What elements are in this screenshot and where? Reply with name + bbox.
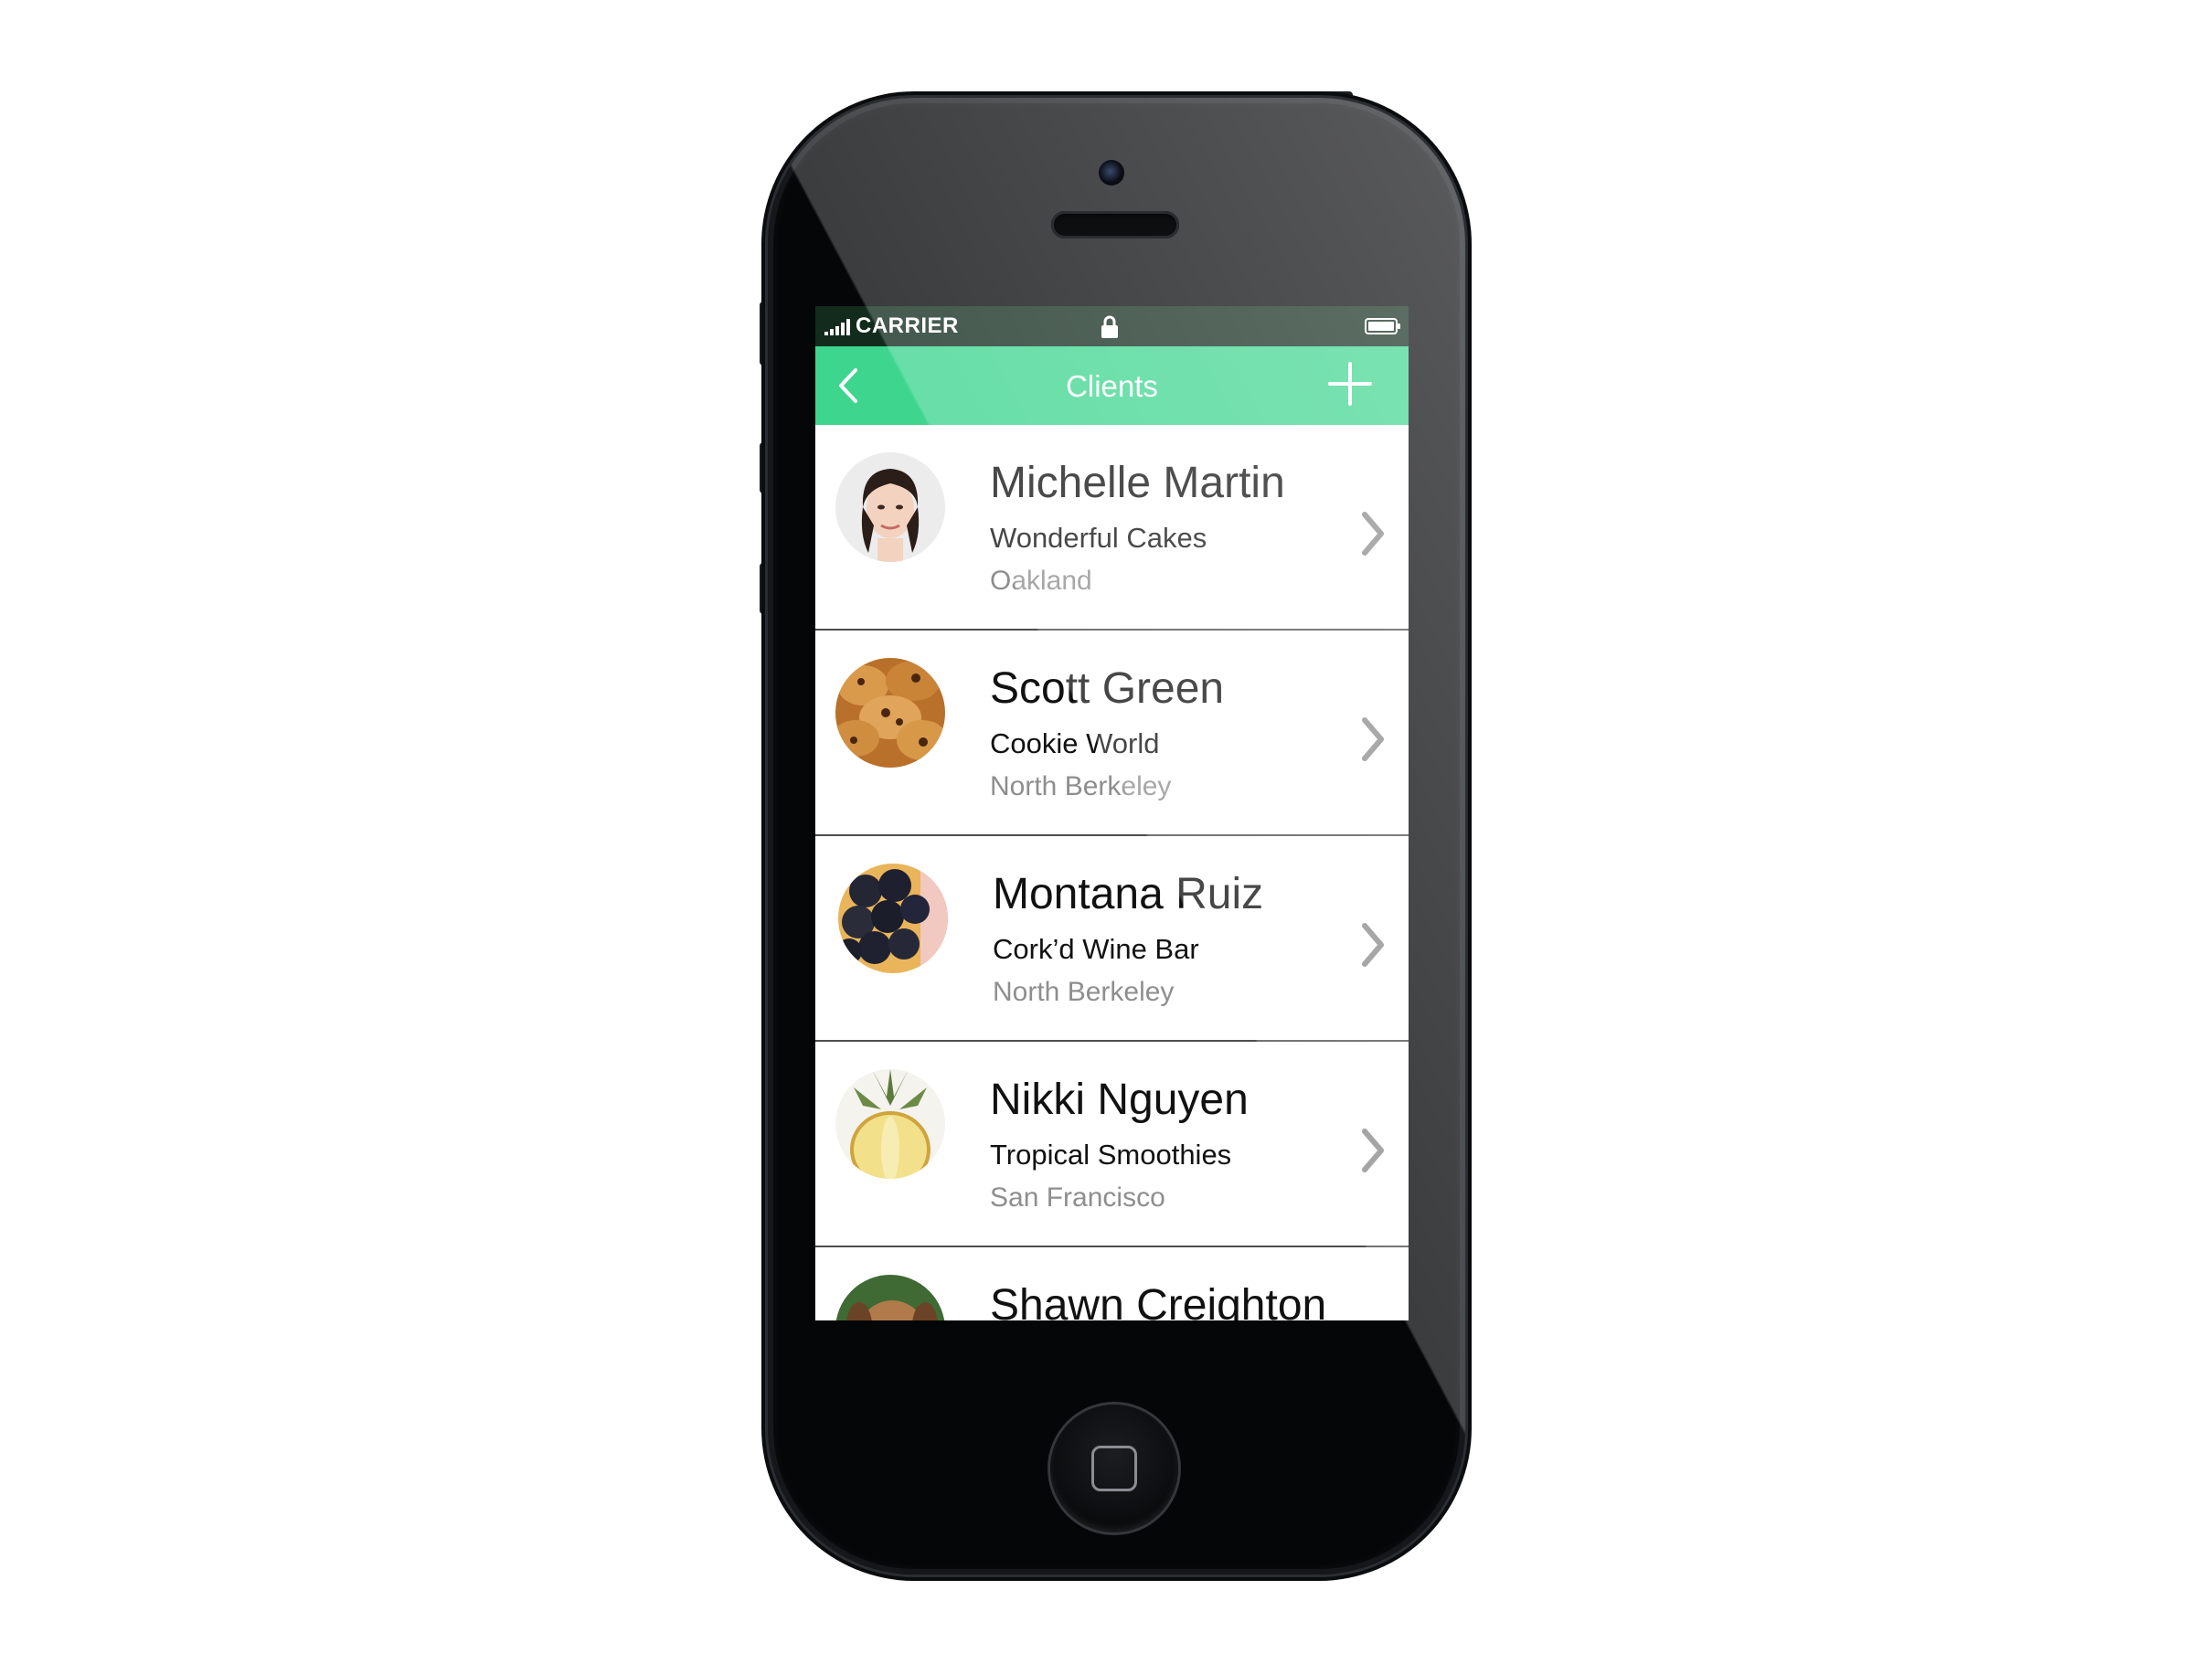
grapes-avatar <box>838 864 948 973</box>
client-city: North Berkeley <box>993 977 1175 1007</box>
client-city: Oakland <box>990 566 1092 596</box>
status-bar: CARRIER <box>815 306 1409 346</box>
client-name: Scott Green <box>990 664 1225 713</box>
phone-frame: CARRIER Clients Michelle Martin Wonderfu… <box>768 98 1465 1574</box>
pineapple-avatar <box>835 1069 945 1179</box>
dog-avatar <box>835 1275 945 1320</box>
app-screen: CARRIER Clients Michelle Martin Wonderfu… <box>815 306 1409 1320</box>
carrier-label: CARRIER <box>856 313 959 338</box>
lock-icon <box>1101 315 1118 338</box>
client-row[interactable]: Shawn Creighton <box>815 1247 1409 1320</box>
client-company: Tropical Smoothies <box>990 1139 1232 1171</box>
client-company: Wonderful Cakes <box>990 522 1207 554</box>
client-name: Nikki Nguyen <box>990 1076 1249 1124</box>
battery-icon <box>1365 318 1400 334</box>
client-city: North Berkeley <box>990 771 1172 801</box>
client-row[interactable]: Scott Green Cookie World North Berkeley <box>815 631 1409 836</box>
plus-icon[interactable] <box>1328 362 1372 406</box>
client-city: San Francisco <box>990 1182 1165 1213</box>
chevron-right-icon <box>1362 717 1384 761</box>
page-title: Clients <box>1066 369 1158 403</box>
chevron-right-icon <box>1362 512 1384 556</box>
home-button[interactable] <box>1050 1405 1178 1532</box>
client-name: Michelle Martin <box>990 459 1285 507</box>
client-row[interactable]: Michelle Martin Wonderful Cakes Oakland <box>815 425 1409 631</box>
client-list: Michelle Martin Wonderful Cakes Oakland <box>815 425 1409 1320</box>
navigation-bar: Clients <box>815 346 1409 425</box>
client-company: Cookie World <box>990 727 1160 759</box>
earpiece-speaker <box>1051 211 1179 239</box>
front-camera <box>1099 160 1124 186</box>
client-company: Cork’d Wine Bar <box>993 933 1199 965</box>
home-square-icon <box>1091 1446 1137 1491</box>
woman-portrait-avatar <box>835 452 945 562</box>
client-name: Shawn Creighton <box>990 1281 1327 1320</box>
cookies-avatar <box>835 658 945 768</box>
signal-icon <box>824 317 850 335</box>
chevron-right-icon <box>1362 923 1384 967</box>
client-row[interactable]: Nikki Nguyen Tropical Smoothies San Fran… <box>815 1042 1409 1247</box>
client-name: Montana Ruiz <box>993 870 1264 918</box>
chevron-right-icon <box>1362 1129 1384 1172</box>
client-row[interactable]: Montana Ruiz Cork’d Wine Bar North Berke… <box>815 836 1409 1042</box>
